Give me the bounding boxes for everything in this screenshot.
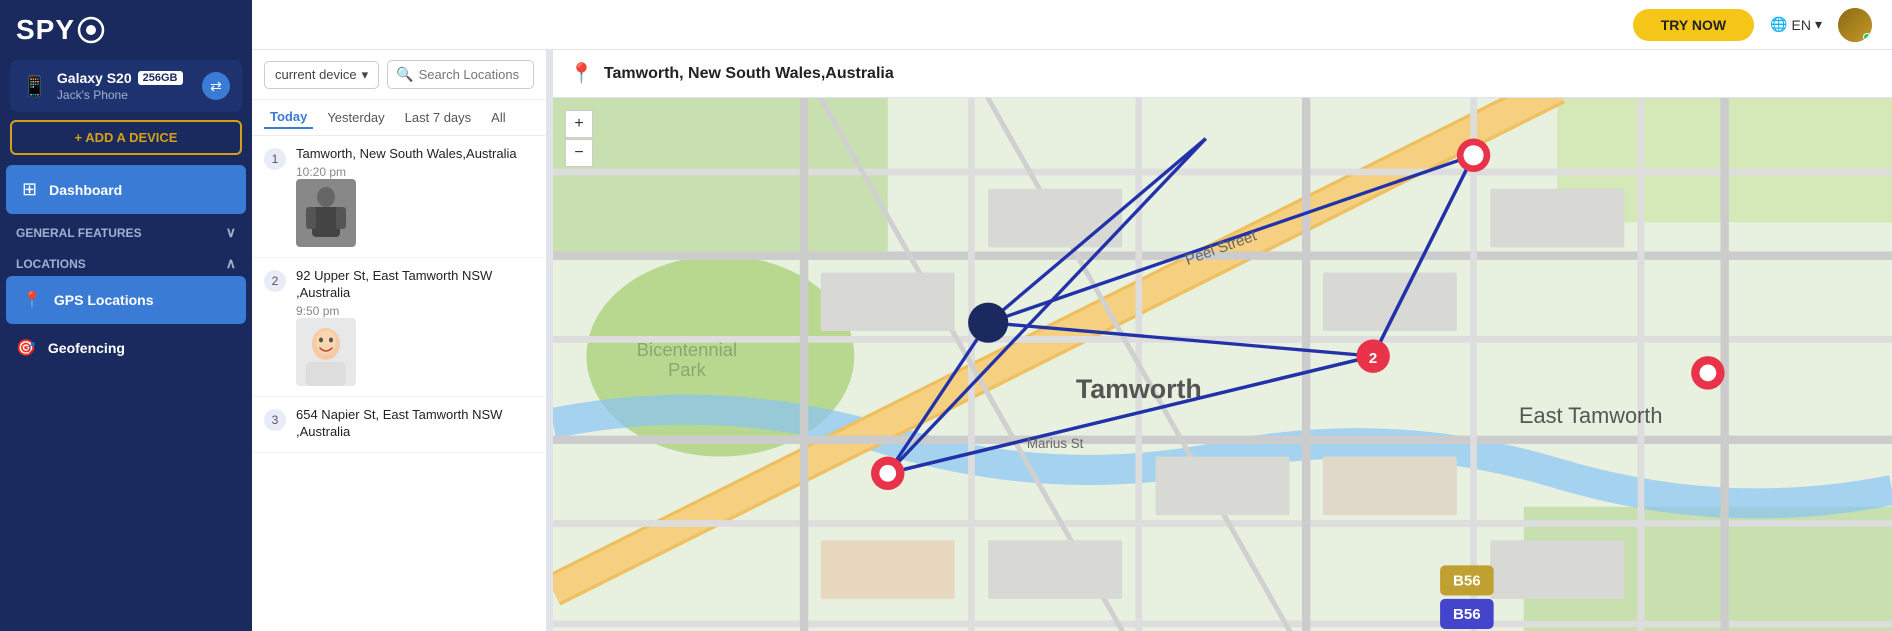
swap-device-button[interactable]: ⇄ (202, 72, 230, 100)
logo-area: SPY (0, 0, 252, 60)
map-container: 📍 Tamworth, New South Wales,Australia + … (553, 50, 1892, 631)
svg-text:2: 2 (1369, 350, 1377, 367)
photo-person (296, 179, 356, 247)
location-number: 2 (264, 270, 286, 292)
try-now-button[interactable]: TRY NOW (1633, 9, 1754, 41)
target-icon: 🎯 (16, 338, 36, 358)
chevron-down-icon: ▾ (1815, 16, 1822, 33)
zoom-out-button[interactable]: − (565, 139, 593, 167)
device-section: 📱 Galaxy S20 256GB Jack's Phone ⇄ (10, 60, 242, 112)
map-header: 📍 Tamworth, New South Wales,Australia (553, 50, 1892, 98)
svg-text:Tamworth: Tamworth (1076, 374, 1202, 404)
main-area: TRY NOW 🌐 EN ▾ current device ▾ 🔍 (252, 0, 1892, 631)
search-input[interactable] (419, 67, 525, 82)
location-photo (296, 318, 356, 386)
sidebar-section-locations: LOCATIONS ∧ (0, 245, 252, 276)
map-pin-icon: 📍 (569, 61, 594, 86)
locations-list: 1 Tamworth, New South Wales,Australia 10… (252, 136, 546, 631)
search-bar[interactable]: 🔍 (387, 60, 534, 89)
location-address: 654 Napier St, East Tamworth NSW ,Austra… (296, 407, 534, 441)
content-area: current device ▾ 🔍 Today Yesterday Last … (252, 50, 1892, 631)
phone-icon: 📱 (22, 74, 47, 99)
location-number: 1 (264, 148, 286, 170)
device-storage: 256GB (138, 71, 183, 85)
online-indicator (1863, 33, 1871, 41)
list-item[interactable]: 3 654 Napier St, East Tamworth NSW ,Aust… (252, 397, 546, 454)
chevron-up-icon: ∧ (226, 255, 236, 272)
map-location-title: Tamworth, New South Wales,Australia (604, 65, 894, 83)
tab-yesterday[interactable]: Yesterday (321, 107, 390, 128)
zoom-controls: + − (565, 110, 593, 167)
device-info: Galaxy S20 256GB Jack's Phone (57, 70, 192, 102)
chevron-down-icon: ∨ (226, 224, 236, 241)
zoom-in-button[interactable]: + (565, 110, 593, 138)
tab-all[interactable]: All (485, 107, 511, 128)
sidebar-item-label: Geofencing (48, 340, 236, 356)
globe-icon: 🌐 (1770, 16, 1787, 33)
section-label: GENERAL FEATURES (16, 226, 142, 240)
tab-today[interactable]: Today (264, 106, 313, 129)
map-pin-icon: 📍 (22, 290, 42, 310)
location-number: 3 (264, 409, 286, 431)
sidebar: SPY 📱 Galaxy S20 256GB Jack's Phone ⇄ + … (0, 0, 252, 631)
svg-text:Park: Park (668, 359, 707, 380)
sidebar-item-label: GPS Locations (54, 292, 230, 308)
tab-last7days[interactable]: Last 7 days (399, 107, 478, 128)
add-device-button[interactable]: + ADD A DEVICE (10, 120, 242, 155)
section-label: LOCATIONS (16, 257, 86, 271)
search-icon: 🔍 (396, 66, 413, 83)
map-svg: Bicentennial Park Tamworth East Tamworth (553, 98, 1892, 631)
location-time: 10:20 pm (296, 165, 534, 179)
location-info: Tamworth, New South Wales,Australia 10:2… (296, 146, 534, 247)
list-item[interactable]: 1 Tamworth, New South Wales,Australia 10… (252, 136, 546, 258)
sidebar-item-gps-locations[interactable]: 📍 GPS Locations (6, 276, 246, 324)
svg-text:Marius St: Marius St (1027, 436, 1084, 451)
location-info: 92 Upper St, East Tamworth NSW ,Australi… (296, 268, 534, 386)
logo-text: SPY (16, 14, 75, 46)
device-owner: Jack's Phone (57, 88, 192, 102)
panel-toolbar: current device ▾ 🔍 (252, 50, 546, 100)
sidebar-item-geofencing[interactable]: 🎯 Geofencing (0, 324, 252, 372)
svg-text:East Tamworth: East Tamworth (1519, 403, 1662, 428)
location-address: 92 Upper St, East Tamworth NSW ,Australi… (296, 268, 534, 302)
locations-panel: current device ▾ 🔍 Today Yesterday Last … (252, 50, 547, 631)
svg-text:B56: B56 (1453, 572, 1481, 589)
language-label: EN (1792, 17, 1811, 33)
grid-icon: ⊞ (22, 179, 37, 200)
list-item[interactable]: 2 92 Upper St, East Tamworth NSW ,Austra… (252, 258, 546, 397)
location-info: 654 Napier St, East Tamworth NSW ,Austra… (296, 407, 534, 443)
language-selector[interactable]: 🌐 EN ▾ (1770, 16, 1822, 33)
filter-tabs: Today Yesterday Last 7 days All (252, 100, 546, 136)
device-dropdown[interactable]: current device ▾ (264, 61, 379, 89)
photo-baby (296, 318, 356, 386)
sidebar-item-dashboard[interactable]: ⊞ Dashboard (6, 165, 246, 214)
sidebar-section-general: GENERAL FEATURES ∨ (0, 214, 252, 245)
top-header: TRY NOW 🌐 EN ▾ (252, 0, 1892, 50)
svg-text:B56: B56 (1453, 606, 1481, 623)
location-photo (296, 179, 356, 247)
location-time: 9:50 pm (296, 304, 534, 318)
sidebar-item-label: Dashboard (49, 182, 230, 198)
svg-text:Bicentennial: Bicentennial (637, 339, 737, 360)
location-address: Tamworth, New South Wales,Australia (296, 146, 534, 163)
chevron-down-icon: ▾ (362, 67, 369, 83)
map-view: + − (553, 98, 1892, 631)
logo-icon (77, 16, 105, 44)
user-avatar[interactable] (1838, 8, 1872, 42)
device-dropdown-label: current device (275, 67, 357, 82)
device-name: Galaxy S20 256GB (57, 70, 192, 86)
